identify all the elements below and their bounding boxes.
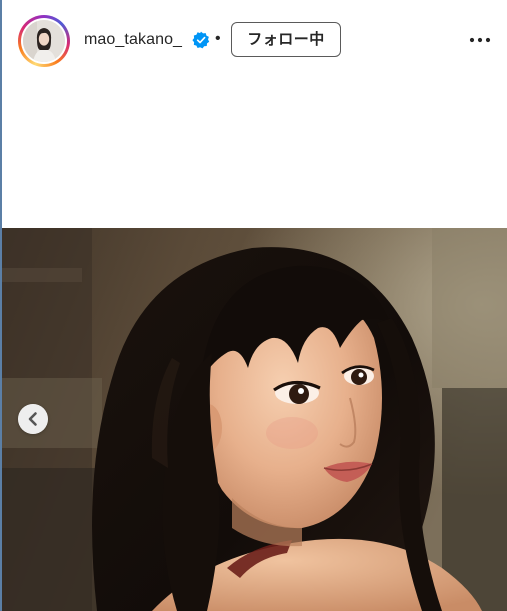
instagram-post: mao_takano_ • フォロー中 [0, 0, 507, 611]
chevron-left-icon[interactable] [18, 404, 48, 434]
profile-avatar-ring[interactable] [18, 15, 70, 67]
following-button[interactable]: フォロー中 [231, 22, 341, 57]
avatar-photo [23, 20, 65, 62]
more-horizontal-icon[interactable] [466, 30, 494, 50]
post-image [2, 228, 507, 611]
verified-badge-icon [192, 31, 210, 49]
username-link[interactable]: mao_takano_ [84, 30, 182, 50]
post-photo[interactable] [2, 228, 507, 611]
profile-avatar [23, 20, 65, 62]
post-header: mao_takano_ • フォロー中 [2, 0, 507, 80]
separator-dot: • [215, 30, 221, 47]
